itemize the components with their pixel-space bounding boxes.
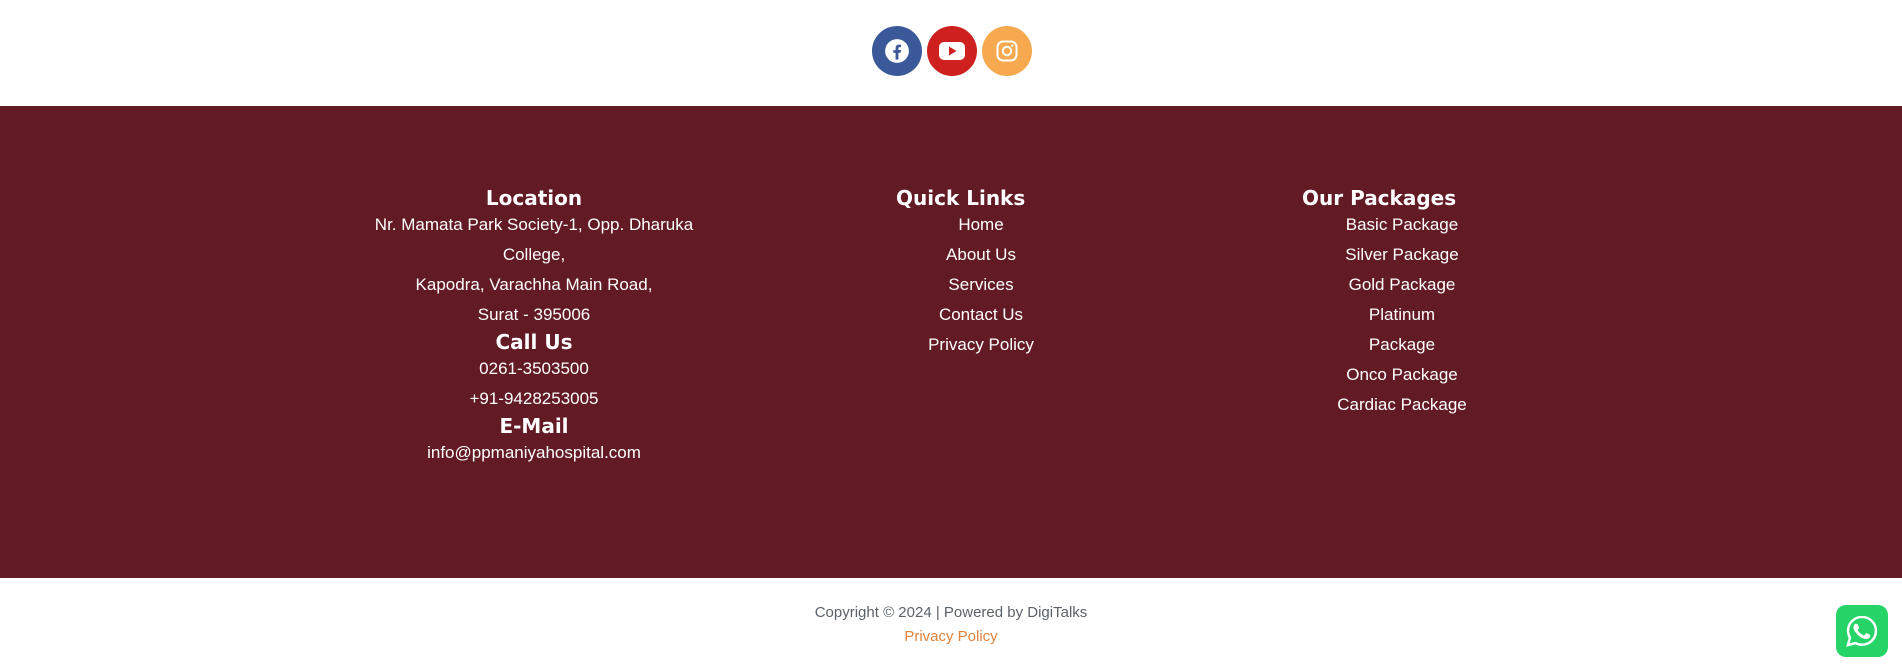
whatsapp-icon [1846,615,1878,647]
phone-number[interactable]: 0261-3503500 [334,354,734,384]
package-link-platinum[interactable]: Platinum Package [1336,300,1468,360]
location-heading: Location [485,186,583,210]
whatsapp-button[interactable] [1836,605,1888,657]
privacy-policy-link[interactable]: Privacy Policy [0,626,1902,648]
quick-links-list: Home About Us Services Contact Us Privac… [851,210,1051,360]
packages-column: Our Packages Basic Package Silver Packag… [1268,186,1468,420]
packages-list: Basic Package Silver Package Gold Packag… [1268,210,1468,420]
package-link-cardiac[interactable]: Cardiac Package [1336,390,1468,420]
quick-link-about-us[interactable]: About Us [911,240,1051,270]
call-us-heading: Call Us [495,330,573,354]
social-bar [0,0,1902,106]
address-line: Surat - 395006 [477,305,591,324]
address-line: Kapodra, Varachha Main Road, [415,275,653,294]
youtube-icon[interactable] [927,26,977,76]
quick-link-services[interactable]: Services [911,270,1051,300]
quick-link-contact-us[interactable]: Contact Us [911,300,1051,330]
email-heading: E-Mail [499,414,569,438]
quick-link-home[interactable]: Home [911,210,1051,240]
email-link[interactable]: info@ppmaniyahospital.com [334,438,734,468]
package-link-silver[interactable]: Silver Package [1336,240,1468,270]
quick-link-privacy-policy[interactable]: Privacy Policy [911,330,1051,360]
footer-main: Location Nr. Mamata Park Society-1, Opp.… [0,106,1902,578]
package-link-gold[interactable]: Gold Package [1336,270,1468,300]
facebook-icon[interactable] [872,26,922,76]
instagram-icon[interactable] [982,26,1032,76]
quick-links-column: Quick Links Home About Us Services Conta… [851,186,1051,360]
package-link-basic[interactable]: Basic Package [1336,210,1468,240]
package-link-onco[interactable]: Onco Package [1336,360,1468,390]
address-line: Nr. Mamata Park Society-1, Opp. Dharuka [374,215,694,234]
social-icons [872,26,1032,76]
packages-heading: Our Packages [1302,186,1457,210]
copyright-text: Copyright © 2024 | Powered by DigiTalks [814,604,1088,621]
quick-links-heading: Quick Links [896,186,1026,210]
phone-number[interactable]: +91-9428253005 [334,384,734,414]
address-line: College, [502,245,566,264]
contact-column: Location Nr. Mamata Park Society-1, Opp.… [334,186,734,468]
